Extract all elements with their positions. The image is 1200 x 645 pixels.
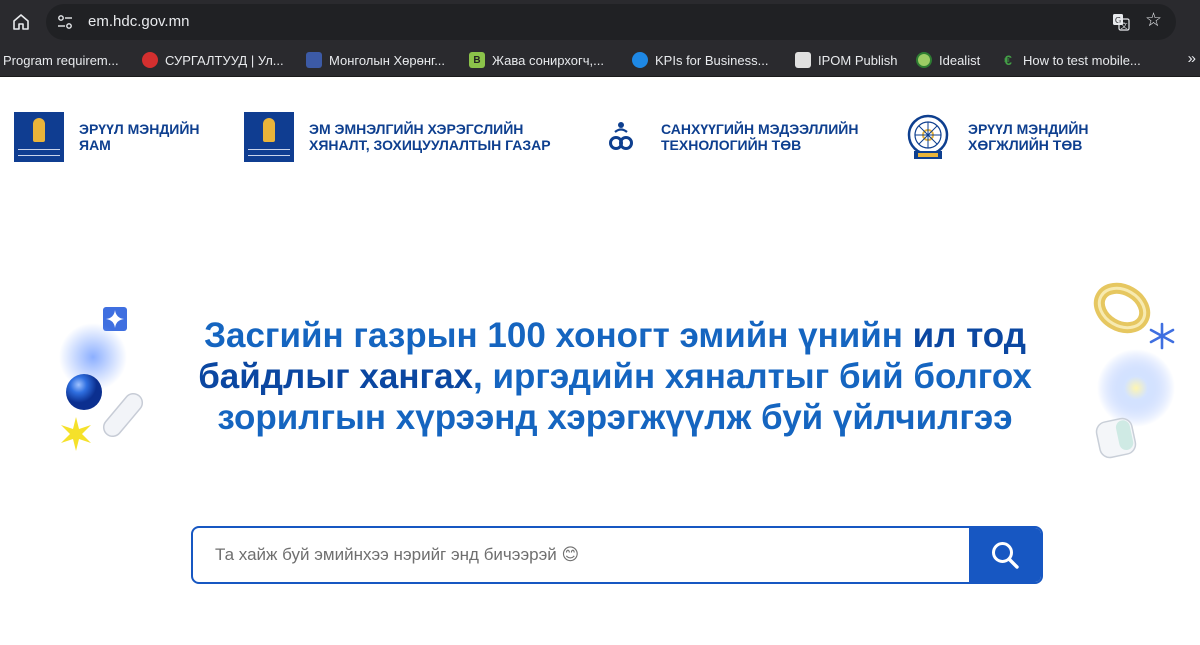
document-icon <box>795 52 811 68</box>
bookmark-item[interactable]: € How to test mobile... <box>1000 44 1141 76</box>
bookmarks-bar: Program requirem... СУРГАЛТУУД | Ул... М… <box>0 44 1200 77</box>
svg-text:文: 文 <box>1121 21 1128 30</box>
hero-emphasis: ил тод <box>912 316 1026 355</box>
blue-bird-icon <box>632 52 648 68</box>
org-health-development-center[interactable]: ЭРҮҮЛ МЭНДИЙН ХӨГЖЛИЙН ТӨВ <box>903 112 1089 162</box>
org-finance-it-center[interactable]: САНХҮҮГИЙН МЭДЭЭЛЛИЙН ТЕХНОЛОГИЙН ТӨВ <box>596 112 858 162</box>
hero-text: зорилгын хүрээнд хэрэгжүүлж буй үйлчилгэ… <box>217 398 1013 437</box>
bookmark-star-icon[interactable]: ☆ <box>1145 11 1162 31</box>
hero-headline: Засгийн газрын 100 хоногт эмийн үнийн ил… <box>150 315 1080 438</box>
red-circle-icon <box>142 52 158 68</box>
address-bar[interactable]: em.hdc.gov.mn G文 ☆ <box>46 4 1176 40</box>
search-icon <box>992 542 1019 569</box>
bookmark-item[interactable]: KPIs for Business... <box>632 44 768 76</box>
yellow-burst-icon <box>58 416 94 457</box>
yellow-green-circle-icon <box>916 52 932 68</box>
org-medicines-agency[interactable]: ЭМ ЭМНЭЛГИЙН ХЭРЭГСЛИЙН ХЯНАЛТ, ЗОХИЦУУЛ… <box>244 112 551 162</box>
soyombo-emblem-icon <box>14 112 64 162</box>
bookmark-label: KPIs for Business... <box>655 52 769 68</box>
hero-text: Засгийн газрын 100 хоногт эмийн үнийн <box>204 316 913 355</box>
org-label: ЭРҮҮЛ МЭНДИЙН ЯАМ <box>79 121 200 153</box>
search-button[interactable] <box>969 528 1041 582</box>
org-label: САНХҮҮГИЙН МЭДЭЭЛЛИЙН ТЕХНОЛОГИЙН ТӨВ <box>661 121 859 153</box>
bookmark-label: IPOM Publish <box>818 52 898 68</box>
translate-icon[interactable]: G文 <box>1112 13 1130 31</box>
drug-search-input[interactable] <box>193 528 968 582</box>
url-text[interactable]: em.hdc.gov.mn <box>88 13 189 30</box>
green-b-icon: B <box>469 52 485 68</box>
bookmark-item[interactable]: Idealist <box>916 44 980 76</box>
bookmark-label: СУРГАЛТУУД | Ул... <box>165 52 284 68</box>
bookmark-label: How to test mobile... <box>1023 52 1141 68</box>
white-pill-cube-icon <box>1090 412 1142 469</box>
browser-toolbar: em.hdc.gov.mn G文 ☆ <box>0 0 1200 44</box>
health-center-seal-icon <box>903 112 953 162</box>
bookmark-label: Жава сонирхогч,... <box>492 52 604 68</box>
bookmark-item[interactable]: IPOM Publish <box>795 44 897 76</box>
bookmark-item[interactable]: B Жава сонирхогч,... <box>469 44 604 76</box>
white-capsule-icon <box>98 388 148 447</box>
bookmark-label: Idealist <box>939 52 981 68</box>
bookmarks-more-button[interactable]: » <box>1188 50 1196 67</box>
org-ministry-health[interactable]: ЭРҮҮЛ МЭНДИЙН ЯАМ <box>14 112 200 162</box>
org-label: ЭРҮҮЛ МЭНДИЙН ХӨГЖЛИЙН ТӨВ <box>968 121 1089 153</box>
bookmark-item[interactable]: Program requirem... <box>3 44 119 76</box>
drug-search-bar <box>191 526 1043 584</box>
euro-icon: € <box>1004 52 1012 68</box>
home-icon[interactable] <box>10 11 32 33</box>
blue-building-icon <box>306 52 322 68</box>
bookmark-item[interactable]: СУРГАЛТУУД | Ул... <box>142 44 284 76</box>
gold-ring-icon <box>1093 282 1151 339</box>
bookmark-item[interactable]: Монголын Хөрөнг... <box>306 44 445 76</box>
hero-emphasis: байдлыг хангах <box>198 357 474 396</box>
hero-text: , иргэдийн хяналтыг бий болгох <box>473 357 1032 396</box>
bookmark-label: Монголын Хөрөнг... <box>329 52 446 68</box>
finance-it-logo-icon <box>596 112 646 162</box>
soyombo-emblem-icon <box>244 112 294 162</box>
bookmark-label: Program requirem... <box>3 52 119 68</box>
site-info-icon[interactable] <box>56 13 74 31</box>
org-label: ЭМ ЭМНЭЛГИЙН ХЭРЭГСЛИЙН ХЯНАЛТ, ЗОХИЦУУЛ… <box>309 121 551 153</box>
